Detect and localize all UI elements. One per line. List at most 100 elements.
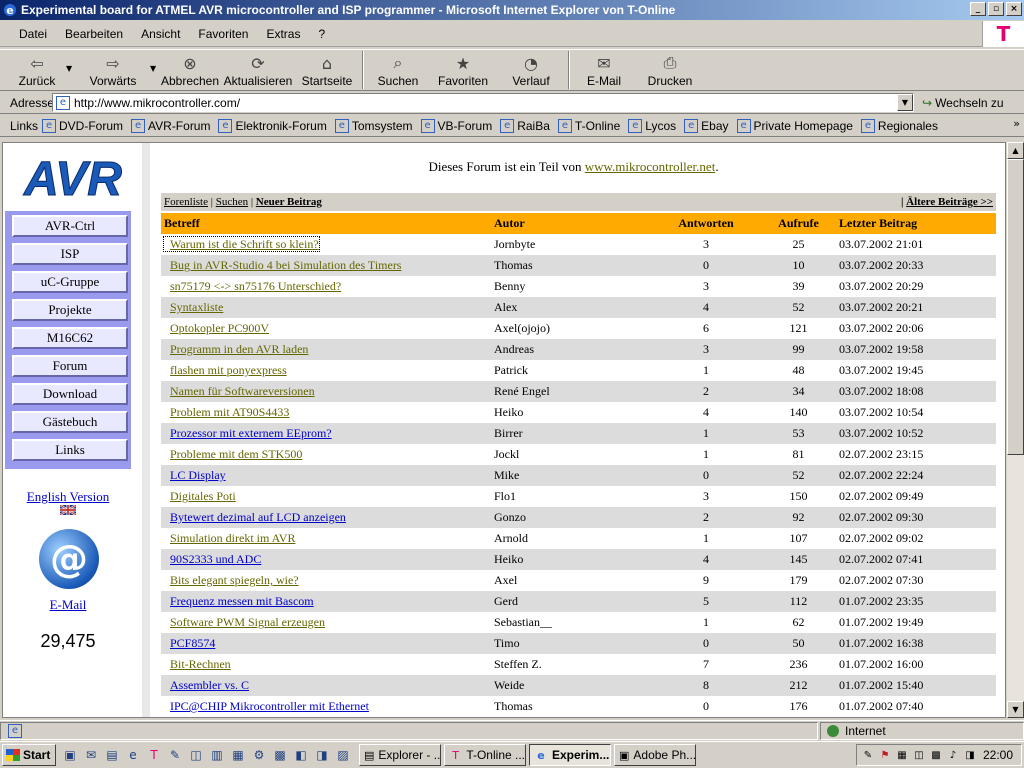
chart-icon[interactable]: ◨ [314, 747, 330, 763]
nav-m16c62[interactable]: M16C62 [12, 327, 128, 349]
app-icon[interactable]: ▥ [209, 747, 225, 763]
thread-subject-link[interactable]: Optokopler PC900V [164, 321, 269, 335]
refresh-button[interactable]: ⟳ Aktualisieren [220, 50, 296, 90]
tray-app-icon[interactable]: ▦ [895, 748, 909, 762]
nav-uc-gruppe[interactable]: uC-Gruppe [12, 271, 128, 293]
network-icon[interactable]: ◫ [188, 747, 204, 763]
grid-icon[interactable]: ▩ [272, 747, 288, 763]
tray-app3-icon[interactable]: ▩ [929, 748, 943, 762]
t-online-icon[interactable]: T [146, 747, 162, 763]
link-item[interactable]: e DVD-Forum [42, 118, 123, 133]
minimize-button[interactable]: _ [970, 2, 986, 16]
address-input[interactable]: e http://www.mikrocontroller.com/ ▼ [52, 93, 914, 112]
thread-subject-link[interactable]: flashen mit ponyexpress [164, 363, 287, 377]
tray-network-icon[interactable]: ◨ [963, 748, 977, 762]
tools-icon[interactable]: ⚙ [251, 747, 267, 763]
link-item[interactable]: e Lycos [628, 118, 676, 133]
forenliste-link[interactable]: Forenliste [164, 196, 208, 208]
terminal-icon[interactable]: ▦ [230, 747, 246, 763]
outlook-icon[interactable]: ✉ [83, 747, 99, 763]
scroll-thumb[interactable] [1007, 159, 1024, 455]
back-dropdown-icon[interactable]: ▼ [66, 50, 76, 73]
thread-subject-link[interactable]: Warum ist die Schrift so klein? [163, 236, 320, 252]
tray-app2-icon[interactable]: ◫ [912, 748, 926, 762]
thread-subject-link[interactable]: Probleme mit dem STK500 [164, 447, 302, 461]
task-adobe[interactable]: ▣ Adobe Ph... [614, 744, 696, 766]
go-button[interactable]: ↪ Wechseln zu [922, 96, 1004, 110]
maximize-button[interactable]: ▫ [988, 2, 1004, 16]
menu-bearbeiten[interactable]: Bearbeiten [56, 27, 132, 41]
tray-pen-icon[interactable]: ✎ [861, 748, 875, 762]
nav-links[interactable]: Links [12, 439, 128, 461]
folder-icon[interactable]: ◧ [293, 747, 309, 763]
stop-button[interactable]: ⊗ Abbrechen [160, 50, 220, 90]
thread-subject-link[interactable]: sn75179 <-> sn75176 Unterschied? [164, 279, 341, 293]
link-item[interactable]: e Tomsystem [334, 118, 413, 133]
menu-help[interactable]: ? [309, 27, 334, 41]
thread-subject-link[interactable]: Namen für Softwareversionen [164, 384, 315, 398]
home-button[interactable]: ⌂ Startseite [296, 50, 358, 90]
calculator-icon[interactable]: ▨ [335, 747, 351, 763]
task-explorer[interactable]: ▤ Explorer - ... [359, 744, 441, 766]
menu-favoriten[interactable]: Favoriten [189, 27, 257, 41]
address-dropdown-icon[interactable]: ▼ [897, 94, 913, 111]
paint-icon[interactable]: ✎ [167, 747, 183, 763]
tray-flag-icon[interactable]: ⚑ [878, 748, 892, 762]
nav-download[interactable]: Download [12, 383, 128, 405]
thread-subject-link[interactable]: Frequenz messen mit Bascom [164, 594, 314, 608]
desktop-icon[interactable]: ▣ [62, 747, 78, 763]
search-button[interactable]: ⌕ Suchen [368, 50, 428, 90]
mail-button[interactable]: ✉ E-Mail [574, 50, 634, 90]
thread-subject-link[interactable]: Problem mit AT90S4433 [164, 405, 289, 419]
close-button[interactable]: × [1006, 2, 1022, 16]
tray-volume-icon[interactable]: ♪ [946, 748, 960, 762]
link-item[interactable]: e T-Online [557, 118, 620, 133]
english-version-link[interactable]: English Version [3, 489, 133, 505]
thread-subject-link[interactable]: Bytewert dezimal auf LCD anzeigen [164, 510, 346, 524]
mikrocontroller-net-link[interactable]: www.mikrocontroller.net [585, 159, 716, 174]
history-button[interactable]: ◔ Verlauf [498, 50, 564, 90]
link-item[interactable]: e RaiBa [500, 118, 550, 133]
menu-datei[interactable]: Datei [10, 27, 56, 41]
ie-icon[interactable]: e [125, 747, 141, 763]
thread-subject-link[interactable]: IPC@CHIP Mikrocontroller mit Ethernet [164, 699, 369, 713]
start-button[interactable]: Start [2, 744, 56, 766]
thread-subject-link[interactable]: LC Display [164, 468, 226, 482]
thread-subject-link[interactable]: PCF8574 [164, 636, 215, 650]
thread-subject-link[interactable]: Prozessor mit externem EEprom? [164, 426, 332, 440]
vertical-scrollbar[interactable]: ▲ ▼ [1007, 142, 1024, 718]
thread-subject-link[interactable]: Bug in AVR-Studio 4 bei Simulation des T… [164, 258, 401, 272]
nav-projekte[interactable]: Projekte [12, 299, 128, 321]
thread-subject-link[interactable]: Assembler vs. C [164, 678, 249, 692]
menu-ansicht[interactable]: Ansicht [132, 27, 189, 41]
link-item[interactable]: e AVR-Forum [131, 118, 210, 133]
thread-subject-link[interactable]: Bits elegant spiegeln, wie? [164, 573, 299, 587]
back-button[interactable]: ⇦ Zurück [8, 50, 66, 90]
thread-subject-link[interactable]: 90S2333 und ADC [164, 552, 261, 566]
link-item[interactable]: e Elektronik-Forum [218, 118, 327, 133]
email-link[interactable]: E-Mail [3, 597, 133, 613]
task-t-online[interactable]: T T-Online ... [444, 744, 526, 766]
link-item[interactable]: e VB-Forum [420, 118, 492, 133]
forward-button[interactable]: ⇨ Vorwärts [76, 50, 150, 90]
thread-subject-link[interactable]: Syntaxliste [164, 300, 223, 314]
explorer-icon[interactable]: ▤ [104, 747, 120, 763]
link-item[interactable]: e Ebay [684, 118, 729, 133]
thread-subject-link[interactable]: Digitales Poti [164, 489, 236, 503]
task-experimental-board[interactable]: e Experim... [529, 744, 611, 766]
nav-isp[interactable]: ISP [12, 243, 128, 265]
favorites-button[interactable]: ★ Favoriten [428, 50, 498, 90]
links-more-icon[interactable]: » [1013, 117, 1020, 130]
older-posts-link[interactable]: Ältere Beiträge >> [906, 196, 993, 208]
uk-flag-icon[interactable] [60, 505, 76, 515]
new-post-link[interactable]: Neuer Beitrag [256, 196, 322, 208]
scroll-down-icon[interactable]: ▼ [1007, 701, 1024, 718]
thread-subject-link[interactable]: Bit-Rechnen [164, 657, 231, 671]
print-button[interactable]: ⎙ Drucken [634, 50, 706, 90]
menu-extras[interactable]: Extras [257, 27, 309, 41]
email-at-icon[interactable]: @ [39, 529, 99, 589]
forum-search-link[interactable]: Suchen [216, 196, 248, 208]
nav-forum[interactable]: Forum [12, 355, 128, 377]
thread-subject-link[interactable]: Programm in den AVR laden [164, 342, 308, 356]
nav-avr-ctrl[interactable]: AVR-Ctrl [12, 215, 128, 237]
